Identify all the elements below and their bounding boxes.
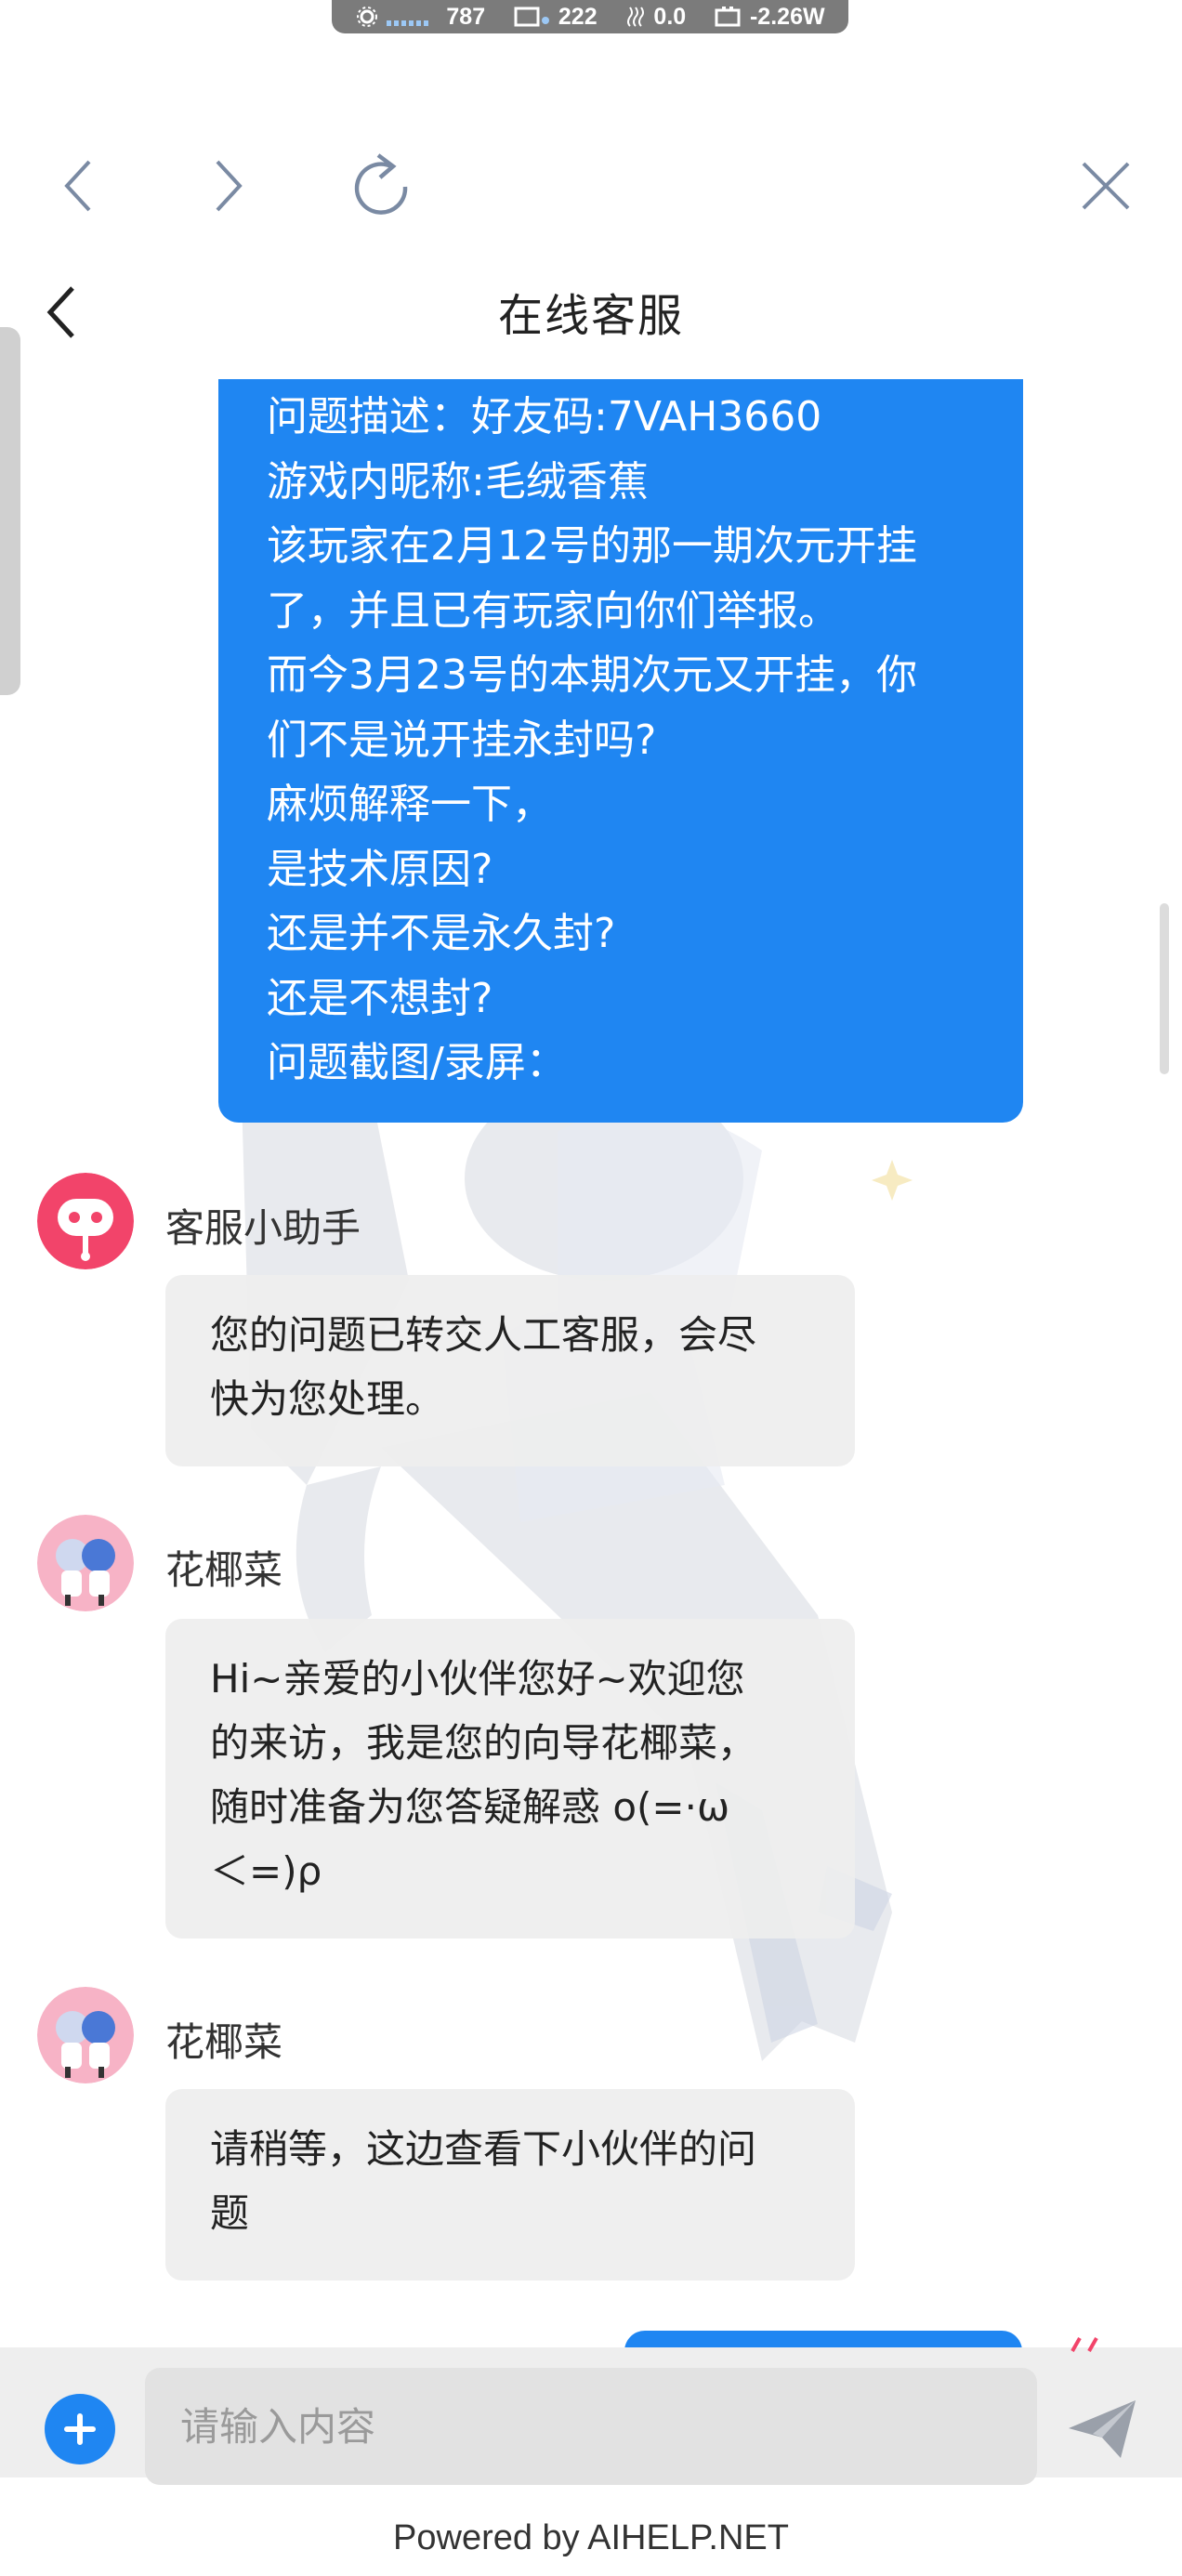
browser-forward-button[interactable]	[191, 149, 266, 223]
anime-character-avatar	[37, 1987, 134, 2083]
battery-icon	[715, 7, 741, 27]
message-line: 随时准备为您答疑解惑 o(=·ω	[210, 1784, 730, 1830]
browser-close-button[interactable]	[1069, 149, 1143, 223]
user-message-bubble: 问题描述：好友码:7VAH3660 游戏内昵称:毛绒香蕉 该玩家在2月12号的那…	[218, 379, 1023, 1123]
agent-message-bubble: Hi~亲爱的小伙伴您好~欢迎您 的来访，我是您的向导花椰菜， 随时准备为您答疑解…	[165, 1619, 855, 1939]
system-status-pill: 787 222 0.0 -2.26W	[332, 0, 848, 33]
message-line: 题	[210, 2190, 250, 2236]
gear-icon	[357, 7, 378, 27]
robot-icon	[37, 1173, 134, 1269]
message-line: 您的问题已转交人工客服，会尽	[210, 1312, 757, 1358]
power-value: -2.26W	[749, 3, 825, 30]
heat-icon	[627, 7, 645, 27]
net-speed-value: 787	[446, 3, 486, 30]
chat-message-list[interactable]: 问题描述：好友码:7VAH3660 游戏内昵称:毛绒香蕉 该玩家在2月12号的那…	[0, 379, 1182, 2347]
message-line: 快为您处理。	[210, 1376, 445, 1422]
message-line: ＜=)ρ	[210, 1848, 322, 1894]
sender-name: 客服小助手	[165, 1205, 361, 1251]
message-line: 而今3月23号的本期次元又开挂，你	[267, 651, 917, 699]
message-line: 还是并不是永久封?	[267, 910, 616, 957]
gpu-indicator: 222	[514, 4, 598, 31]
sender-name: 花椰菜	[165, 1547, 283, 1593]
refresh-icon	[354, 153, 408, 215]
page-title: 在线客服	[497, 290, 684, 342]
decoration-icon	[1070, 2337, 1098, 2352]
message-line: 了，并且已有玩家向你们举报。	[267, 586, 839, 635]
browser-refresh-button[interactable]	[346, 149, 420, 223]
net-speed-indicator: 787	[355, 4, 485, 31]
message-line: Hi~亲爱的小伙伴您好~欢迎您	[210, 1656, 745, 1702]
bot-avatar[interactable]	[37, 1173, 134, 1269]
message-line: 是技术原因?	[267, 845, 493, 893]
agent-message-bubble: 请稍等，这边查看下小伙伴的问 题	[165, 2089, 855, 2280]
bot-message-bubble: 您的问题已转交人工客服，会尽 快为您处理。	[165, 1275, 855, 1466]
send-button[interactable]	[1061, 2388, 1143, 2470]
chevron-left-icon	[64, 160, 91, 212]
message-line: 请稍等，这边查看下小伙伴的问	[210, 2126, 757, 2172]
message-line: 问题截图/录屏：	[267, 1039, 567, 1086]
agent-avatar[interactable]	[37, 1987, 134, 2083]
message-line: 还是不想封?	[267, 974, 493, 1022]
send-icon	[1069, 2400, 1136, 2458]
user-message-bubble	[624, 2331, 1022, 2347]
browser-back-button[interactable]	[41, 149, 115, 223]
gpu-value: 222	[558, 3, 598, 30]
sender-name: 花椰菜	[165, 2019, 283, 2065]
signal-bars-icon	[387, 20, 429, 26]
powered-by-footer: Powered by AIHELP.NET	[393, 2518, 789, 2557]
close-icon	[1082, 162, 1130, 210]
message-line: 麻烦解释一下，	[267, 781, 553, 828]
message-line: 的来访，我是您的向导花椰菜，	[210, 1720, 757, 1766]
power-indicator: -2.26W	[715, 4, 825, 31]
agent-avatar[interactable]	[37, 1515, 134, 1611]
plus-icon	[64, 2413, 96, 2445]
chevron-right-icon	[216, 160, 243, 212]
message-line: 们不是说开挂永封吗?	[267, 716, 657, 764]
temp-indicator: 0.0	[625, 4, 686, 31]
gpu-icon	[514, 7, 549, 27]
anime-character-avatar	[37, 1515, 134, 1611]
message-line: 问题描述：好友码:7VAH3660	[267, 393, 822, 440]
temp-value: 0.0	[653, 3, 687, 30]
message-line: 该玩家在2月12号的那一期次元开挂	[267, 522, 917, 570]
add-attachment-button[interactable]	[45, 2394, 115, 2464]
message-line: 游戏内昵称:毛绒香蕉	[267, 457, 649, 506]
message-input[interactable]	[145, 2368, 1037, 2485]
